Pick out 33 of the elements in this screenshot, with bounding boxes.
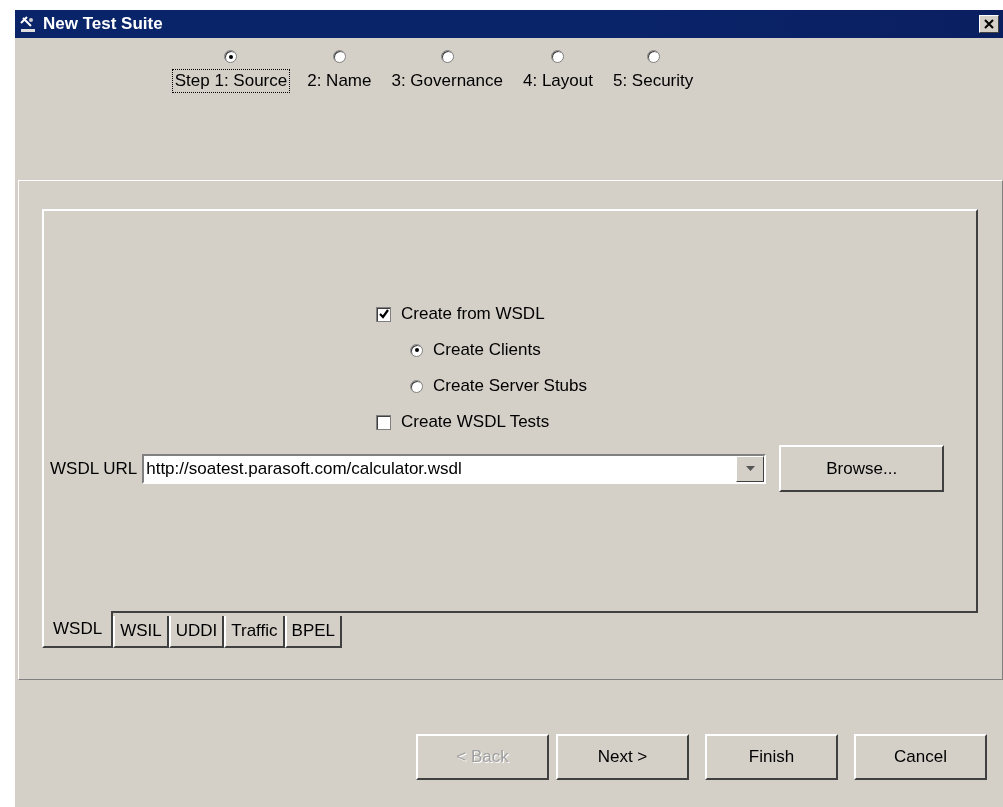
step-label: Step 1: Source	[171, 69, 291, 93]
option-label: Create WSDL Tests	[401, 412, 550, 432]
step-radio[interactable]	[646, 50, 660, 63]
tab[interactable]: WSIL	[113, 616, 169, 648]
browse-button[interactable]: Browse...	[779, 445, 945, 492]
step-label: 5: Security	[611, 70, 695, 92]
wizard-button[interactable]: Cancel	[854, 734, 987, 780]
step-label: 3: Governance	[390, 70, 504, 92]
url-label: WSDL URL	[50, 458, 138, 479]
wizard-button[interactable]: Finish	[705, 734, 838, 780]
radio-button[interactable]	[410, 343, 423, 357]
step-label: 4: Layout	[522, 70, 594, 92]
option-label: Create from WSDL	[401, 304, 545, 324]
close-icon	[984, 19, 994, 29]
step-radio[interactable]	[440, 50, 454, 63]
wizard-button[interactable]: Next >	[556, 734, 689, 780]
tab[interactable]: Traffic	[224, 616, 285, 648]
step-radio[interactable]	[224, 50, 238, 63]
checkbox[interactable]	[376, 414, 391, 430]
step-radio[interactable]	[551, 50, 565, 63]
url-combo-box[interactable]: http://soatest.parasoft.com/calculator.wsdl	[142, 453, 767, 484]
close-button[interactable]	[979, 15, 999, 33]
step-label: 2: Name	[306, 70, 373, 92]
window-title: New Test Suite	[43, 14, 164, 34]
option-label: Create Server Stubs	[433, 376, 587, 396]
tab[interactable]: WSDL	[42, 611, 114, 648]
option-label: Create Clients	[433, 340, 541, 360]
satellite-icon	[19, 15, 37, 33]
tab[interactable]: BPEL	[284, 616, 343, 648]
radio-button[interactable]	[410, 379, 423, 393]
step-radio[interactable]	[332, 50, 346, 63]
tab[interactable]: UDDI	[168, 616, 225, 648]
checkbox[interactable]	[376, 306, 391, 322]
